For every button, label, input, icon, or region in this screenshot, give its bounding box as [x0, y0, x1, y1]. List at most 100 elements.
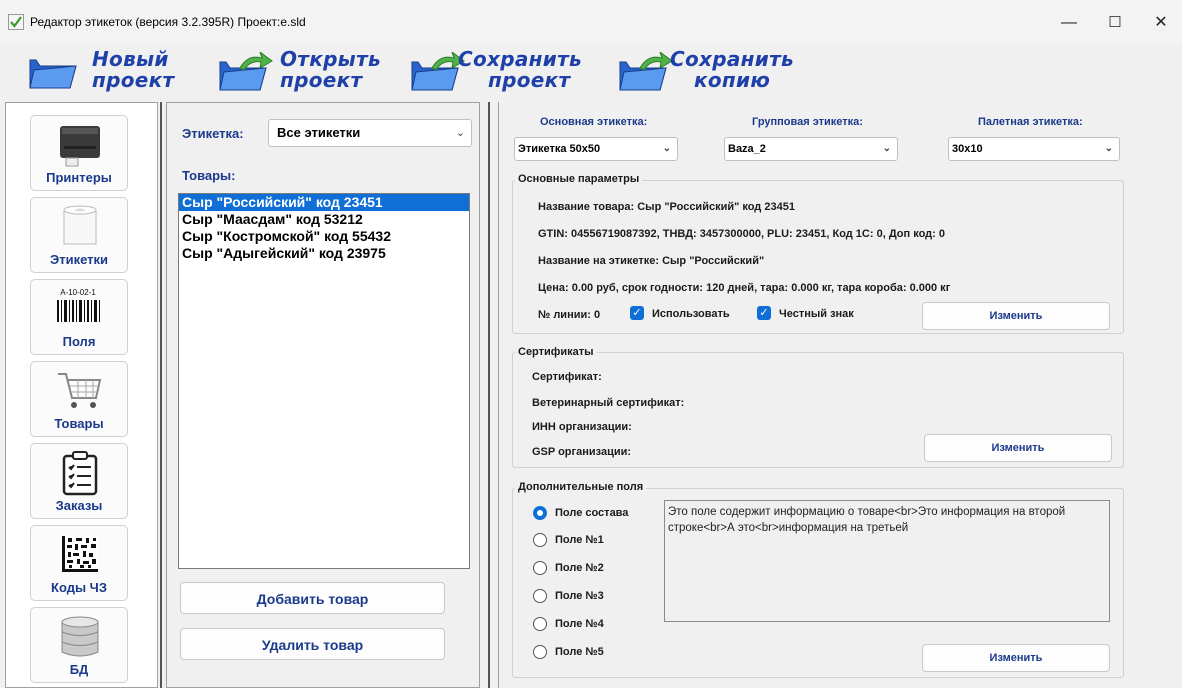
save-project-label-2: проект	[488, 68, 571, 92]
group-label-caption: Групповая этикетка:	[752, 116, 863, 128]
delete-product-button[interactable]: Удалить товар	[180, 628, 445, 660]
chevron-down-icon: ⌄	[1104, 143, 1113, 154]
sidebar-item-label: Товары	[54, 416, 104, 431]
sidebar-item-products[interactable]: Товары	[30, 361, 128, 437]
sidebar-item-label: Поля	[62, 334, 96, 349]
title-bar: Редактор этикеток (версия 3.2.395R) Прое…	[0, 0, 1182, 46]
product-codes-text: GTIN: 04556719087392, ТНВД: 3457300000, …	[538, 228, 945, 240]
open-project-label-1: Открыть	[280, 47, 381, 71]
new-project-label-1: Новый	[92, 47, 169, 71]
certificates-title: Сертификаты	[515, 346, 597, 358]
use-checkbox-label: Использовать	[652, 308, 730, 320]
save-copy-label-1: Сохранить	[670, 47, 794, 71]
sidebar-item-label: БД	[69, 662, 89, 677]
sidebar-item-orders[interactable]: Заказы	[30, 443, 128, 519]
minimize-button[interactable]: —	[1046, 8, 1092, 38]
printer-icon	[60, 126, 100, 167]
products-caption: Товары:	[182, 168, 236, 183]
toolbar: Новый проект Открыть проект Сохранить пр…	[0, 46, 1182, 102]
line-number-text: № линии: 0	[538, 309, 601, 321]
field-1-radio[interactable]	[533, 533, 547, 547]
new-project-label-2: проект	[92, 68, 175, 92]
extra-field-text[interactable]: Это поле содержит информацию о товаре<br…	[664, 500, 1110, 622]
field-5-radio[interactable]	[533, 645, 547, 659]
sidebar-item-printers[interactable]: Принтеры	[30, 115, 128, 191]
group-label-select[interactable]: Baza_2 ⌄	[724, 137, 898, 161]
group-label-value: Baza_2	[728, 143, 766, 155]
separator	[160, 102, 162, 688]
radio-label: Поле №4	[555, 618, 604, 630]
open-project-button[interactable]: Открыть проект	[218, 46, 388, 96]
gsp-text: GSP организации:	[532, 446, 632, 458]
radio-label: Поле №2	[555, 562, 604, 574]
products-list[interactable]: Сыр "Российский" код 23451 Сыр "Маасдам"…	[178, 193, 470, 569]
save-copy-button[interactable]: Сохранить копию	[618, 46, 818, 96]
save-project-button[interactable]: Сохранить проект	[410, 46, 610, 96]
add-product-button[interactable]: Добавить товар	[180, 582, 445, 614]
window-title: Редактор этикеток (версия 3.2.395R) Прое…	[30, 15, 306, 29]
main-params-title: Основные параметры	[515, 173, 643, 185]
honest-sign-checkbox-label: Честный знак	[779, 308, 854, 320]
database-icon	[61, 616, 99, 657]
datamatrix-icon	[62, 536, 98, 572]
composition-field-radio[interactable]	[533, 506, 547, 520]
chevron-down-icon: ⌄	[662, 143, 671, 154]
pallet-label-select[interactable]: 30x10 ⌄	[948, 137, 1120, 161]
field-4-radio[interactable]	[533, 617, 547, 631]
label-name-text: Название на этикетке: Сыр "Российский"	[538, 255, 765, 267]
sidebar-item-fields[interactable]: A-10-02-1 Поля	[30, 279, 128, 355]
field-3-radio[interactable]	[533, 589, 547, 603]
new-project-button[interactable]: Новый проект	[28, 46, 188, 96]
edit-main-params-button[interactable]: Изменить	[922, 302, 1110, 330]
list-item[interactable]: Сыр "Адыгейский" код 23975	[179, 245, 469, 262]
close-button[interactable]: ✕	[1138, 8, 1182, 38]
use-checkbox[interactable]: ✓	[630, 306, 644, 320]
main-label-value: Этикетка 50x50	[518, 143, 601, 155]
label-roll-icon	[63, 205, 97, 245]
vet-certificate-text: Ветеринарный сертификат:	[532, 397, 685, 409]
label-filter-select[interactable]: Все этикетки ⌄	[268, 119, 472, 147]
sidebar: Принтеры Этикетки A-10-02-1 Поля Товары	[5, 102, 158, 688]
clipboard-icon	[62, 451, 98, 496]
sidebar-item-label: Заказы	[55, 498, 103, 513]
folder-icon	[29, 59, 77, 89]
radio-label: Поле №1	[555, 534, 604, 546]
price-text: Цена: 0.00 руб, срок годности: 120 дней,…	[538, 282, 951, 294]
radio-label: Поле состава	[555, 507, 629, 519]
list-item[interactable]: Сыр "Маасдам" код 53212	[179, 211, 469, 228]
barcode-icon: A-10-02-1	[57, 288, 100, 322]
shopping-cart-icon	[58, 373, 102, 408]
maximize-button[interactable]: ☐	[1092, 8, 1138, 38]
honest-sign-checkbox[interactable]: ✓	[757, 306, 771, 320]
sidebar-item-label: Этикетки	[49, 252, 109, 267]
label-filter-value: Все этикетки	[277, 125, 361, 140]
separator	[488, 102, 490, 688]
pallet-label-caption: Палетная этикетка:	[978, 116, 1083, 128]
pallet-label-value: 30x10	[952, 143, 983, 155]
barcode-caption: A-10-02-1	[60, 288, 96, 297]
sidebar-item-label: Коды ЧЗ	[51, 580, 107, 595]
chevron-down-icon: ⌄	[455, 127, 465, 139]
open-folder-icon	[219, 52, 273, 91]
save-copy-label-2: копию	[694, 68, 771, 92]
open-project-label-2: проект	[280, 68, 363, 92]
certificate-text: Сертификат:	[532, 371, 602, 383]
save-copy-folder-icon	[619, 52, 673, 91]
field-2-radio[interactable]	[533, 561, 547, 575]
sidebar-item-honest-sign-codes[interactable]: Коды ЧЗ	[30, 525, 128, 601]
main-label-caption: Основная этикетка:	[540, 116, 648, 128]
save-project-label-1: Сохранить	[458, 47, 582, 71]
radio-label: Поле №5	[555, 646, 604, 658]
list-item[interactable]: Сыр "Российский" код 23451	[179, 194, 469, 211]
sidebar-item-label: Принтеры	[46, 170, 112, 185]
edit-extra-fields-button[interactable]: Изменить	[922, 644, 1110, 672]
list-item[interactable]: Сыр "Костромской" код 55432	[179, 228, 469, 245]
product-name-text: Название товара: Сыр "Российский" код 23…	[538, 201, 795, 213]
extra-fields-title: Дополнительные поля	[515, 481, 647, 493]
main-label-select[interactable]: Этикетка 50x50 ⌄	[514, 137, 678, 161]
sidebar-item-database[interactable]: БД	[30, 607, 128, 683]
sidebar-item-labels[interactable]: Этикетки	[30, 197, 128, 273]
app-check-icon	[8, 14, 24, 30]
label-filter-caption: Этикетка:	[182, 126, 244, 141]
edit-certificates-button[interactable]: Изменить	[924, 434, 1112, 462]
